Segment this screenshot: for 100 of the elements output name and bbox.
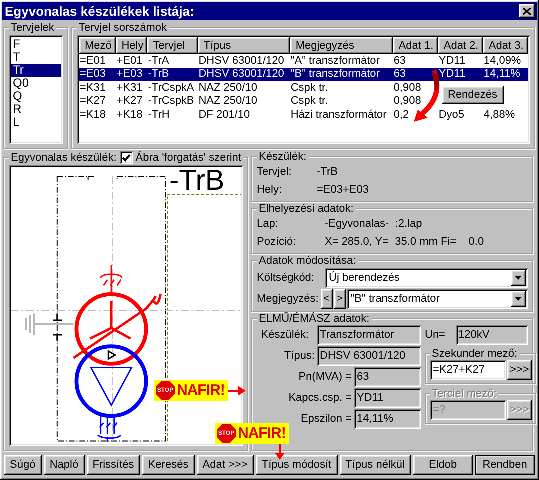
table-cell[interactable]: 4,88% xyxy=(482,108,528,122)
field-value: =E03+E03 xyxy=(317,184,369,196)
group-label: Tervjel sorszámok xyxy=(78,22,168,34)
caret-icon xyxy=(515,296,522,300)
dropdown-button[interactable] xyxy=(511,270,526,286)
dialog-button[interactable]: Frissítés xyxy=(86,455,140,475)
list-item[interactable]: F xyxy=(11,38,61,51)
table-cell[interactable]: 63 xyxy=(392,68,438,81)
table-cell[interactable]: +E03 xyxy=(116,68,148,81)
field-label: Hely: xyxy=(257,184,284,196)
column-header[interactable]: Adat 2. xyxy=(438,37,483,54)
arrow-icon xyxy=(228,386,246,396)
table-cell[interactable]: -TrB xyxy=(147,68,198,81)
window-title: Egyvonalas készülékek listája: xyxy=(5,4,194,18)
column-header[interactable]: Hely xyxy=(116,37,148,54)
table-cell[interactable]: Dyo5 xyxy=(438,108,483,122)
table-cell[interactable]: =K31 xyxy=(79,81,116,94)
dialog-button[interactable]: Súgó xyxy=(4,455,42,475)
table-cell[interactable]: NAZ 250/10 xyxy=(198,94,290,108)
table-cell[interactable]: Cspk tr. xyxy=(290,94,393,108)
group-label: Szekunder mező: xyxy=(431,348,519,360)
list-item[interactable]: R xyxy=(11,103,61,116)
table-cell[interactable]: -TrCspkA xyxy=(147,81,198,94)
table-cell[interactable]: DHSV 63001/120 xyxy=(198,54,290,68)
table-cell[interactable]: 14,11% xyxy=(482,68,528,81)
field-input[interactable]: =K27+K27 xyxy=(430,360,506,380)
checkbox[interactable] xyxy=(120,151,133,164)
table-cell[interactable]: 0,908 xyxy=(392,94,438,108)
column-header[interactable]: Mező xyxy=(79,37,116,54)
group-label: Egyvonalas készülék: xyxy=(11,152,117,164)
table-cell[interactable]: DHSV 63001/120 xyxy=(198,68,290,81)
field-label: Pn(MVA) = xyxy=(298,371,352,383)
table-cell[interactable]: DF 201/10 xyxy=(198,108,290,122)
list-item[interactable]: Q0 xyxy=(11,77,61,90)
field-label: Készülék: xyxy=(261,329,309,341)
table-cell[interactable]: YD11 xyxy=(438,54,483,68)
table-cell[interactable]: =E03 xyxy=(79,68,116,81)
field-label: Típus: xyxy=(284,350,315,362)
table-cell[interactable]: -TrH xyxy=(147,108,198,122)
field-value: -Egyvonalas- :2.lap xyxy=(325,218,422,230)
table-cell[interactable]: +K31 xyxy=(116,81,148,94)
list-item[interactable]: L xyxy=(11,116,61,129)
dialog-button[interactable]: Rendben xyxy=(475,455,536,475)
list-item[interactable]: Tr xyxy=(11,64,61,77)
table-cell[interactable]: =E01 xyxy=(79,54,116,68)
field-label: Lap: xyxy=(257,218,280,230)
caret-icon xyxy=(515,276,522,280)
column-header[interactable]: Típus xyxy=(198,37,290,54)
table-cell[interactable]: Házi transzformátor xyxy=(290,108,393,122)
dialog-button[interactable]: Adat >>> xyxy=(196,455,254,475)
dialog-button[interactable]: Keresés xyxy=(142,455,195,475)
group-label: Elhelyezési adatok: xyxy=(258,203,355,215)
group-label: Terciel mező: xyxy=(431,388,498,400)
table-cell[interactable]: 14,09% xyxy=(482,54,528,68)
field-value: X= 285.0, Y= 35.0 mm Fi= 0.0 xyxy=(325,236,484,248)
table-cell[interactable]: NAZ 250/10 xyxy=(198,81,290,94)
table-cell[interactable]: +E01 xyxy=(116,54,148,68)
table-cell[interactable]: "B" transzformátor xyxy=(290,68,393,81)
table-cell[interactable]: Cspk tr. xyxy=(290,81,393,94)
table-cell[interactable]: =K27 xyxy=(79,94,116,108)
note-dropdown[interactable]: "B" transzformátor xyxy=(346,288,528,308)
cost-dropdown[interactable]: Új berendezés xyxy=(325,268,528,288)
dialog-button[interactable]: Típus módosít xyxy=(256,455,338,475)
table-cell[interactable]: +K18 xyxy=(116,108,148,122)
field-label: Költségkód: xyxy=(257,272,316,284)
table-cell[interactable]: 0,908 xyxy=(392,81,438,94)
designator-label: -TrB xyxy=(169,167,225,198)
dialog-button[interactable]: Eldob xyxy=(413,455,474,475)
dialog-button[interactable]: Típus nélkül xyxy=(340,455,412,475)
table-cell[interactable]: -TrA xyxy=(147,54,198,68)
sort-button[interactable]: Rendezés xyxy=(442,86,504,104)
field-label: Un= xyxy=(425,329,446,341)
table-cell[interactable]: +K27 xyxy=(116,94,148,108)
badge-text: NAFIR! xyxy=(177,382,225,399)
column-header[interactable]: Adat 1. xyxy=(392,37,438,54)
column-header[interactable]: Tervjel xyxy=(147,37,198,54)
next-button[interactable]: > xyxy=(334,288,346,308)
table-cell[interactable]: "A" transzformátor xyxy=(290,54,393,68)
checkbox-label: Ábra 'forgatás' szerint xyxy=(136,152,242,164)
column-header[interactable]: Adat 3. xyxy=(482,37,528,54)
field-value: -TrB xyxy=(317,166,338,178)
table-cell[interactable]: 0,2 xyxy=(392,108,438,122)
field-label: Tervjel: xyxy=(257,166,293,178)
column-header[interactable]: Megjegyzés xyxy=(290,37,393,54)
designator-list[interactable]: F T Tr Q0 Q R L xyxy=(9,35,63,144)
browse-button[interactable]: >>> xyxy=(507,360,532,380)
list-item[interactable]: Q xyxy=(11,90,61,103)
previous-button[interactable]: < xyxy=(320,288,333,308)
close-button[interactable] xyxy=(519,4,535,18)
field-label: Epszilon = xyxy=(300,413,352,425)
dropdown-button[interactable] xyxy=(511,290,526,306)
table-cell[interactable]: YD11 xyxy=(438,68,483,81)
group-label: Tervjelek xyxy=(10,22,56,34)
badge-text: NAFIR! xyxy=(238,425,286,442)
table-cell[interactable]: -TrCspkB xyxy=(147,94,198,108)
arrow-icon xyxy=(275,444,285,460)
table-cell[interactable]: 63 xyxy=(392,54,438,68)
dialog-button[interactable]: Napló xyxy=(44,455,85,475)
table-cell[interactable]: =K18 xyxy=(79,108,116,122)
list-item[interactable]: T xyxy=(11,51,61,64)
